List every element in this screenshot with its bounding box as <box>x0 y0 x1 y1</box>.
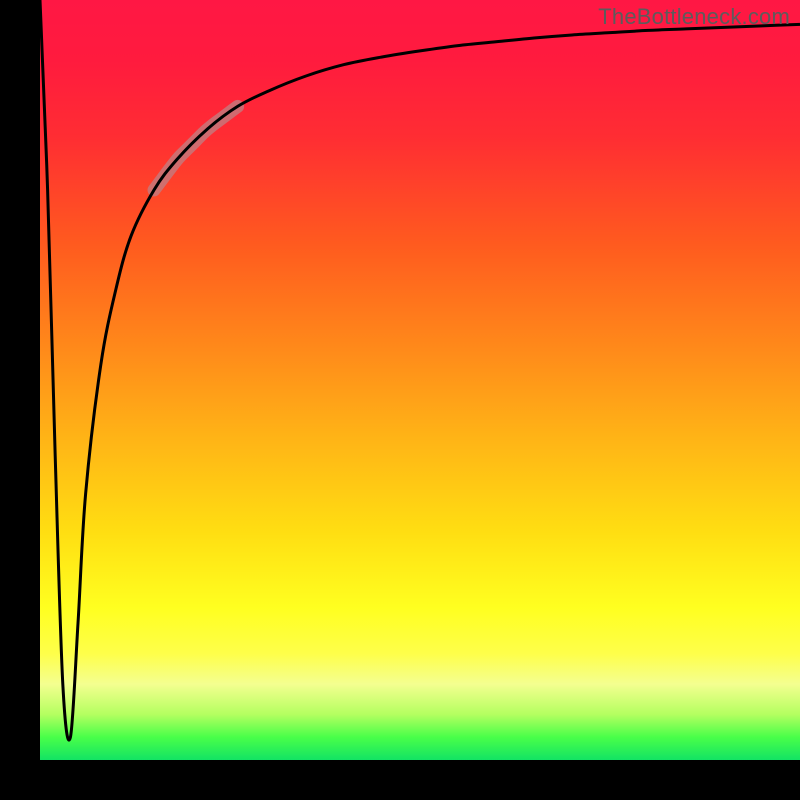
watermark-text: TheBottleneck.com <box>598 4 790 30</box>
curve-highlight <box>154 106 238 190</box>
curve-svg <box>40 0 800 760</box>
bottleneck-curve-line <box>40 0 800 740</box>
chart-container: TheBottleneck.com <box>0 0 800 800</box>
plot-area <box>40 0 800 760</box>
